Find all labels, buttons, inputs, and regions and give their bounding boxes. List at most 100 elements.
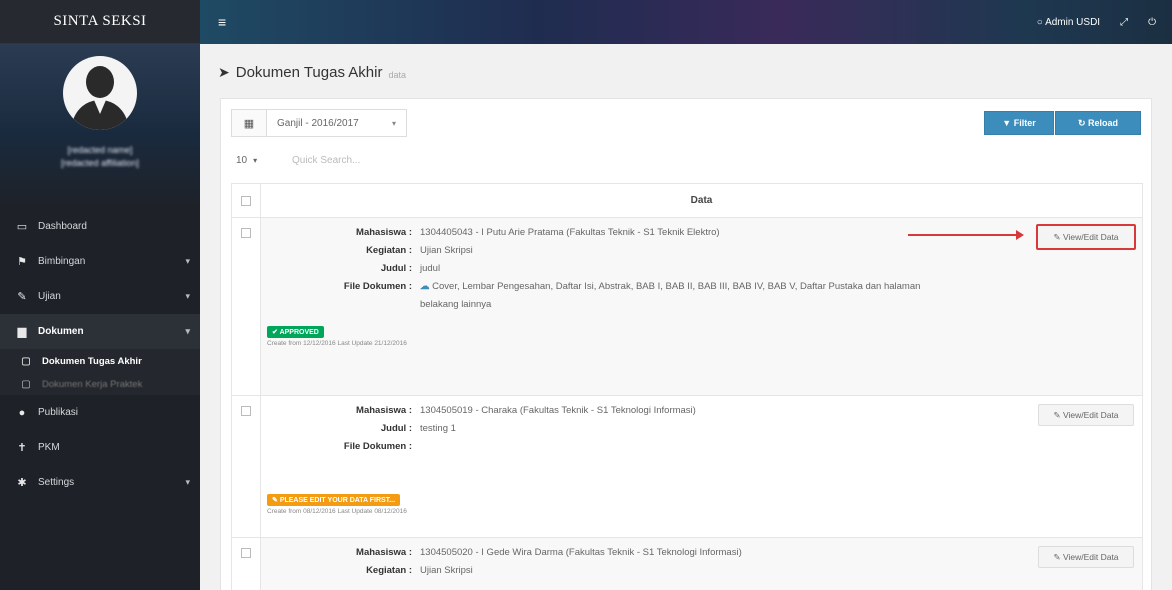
field-label: Mahasiswa : bbox=[356, 547, 412, 558]
mahasiswa-value: 1304505019 - Charaka (Fakultas Teknik - … bbox=[420, 405, 696, 416]
sidebar-item-bimbingan[interactable]: ⚑ Bimbingan ▾ bbox=[0, 244, 200, 279]
status-badge: ✎ PLEASE EDIT YOUR DATA FIRST... bbox=[267, 494, 401, 506]
trophy-icon: ✝ bbox=[17, 442, 27, 454]
profile-affiliation: [redacted affiliation] bbox=[61, 158, 139, 168]
annotation-arrow bbox=[908, 230, 1024, 240]
menu-toggle-icon[interactable]: ≡ bbox=[218, 14, 226, 30]
folder-icon: ▆ bbox=[17, 326, 27, 338]
semester-select[interactable]: Ganjil - 2016/2017 ▾ bbox=[267, 109, 407, 137]
fullscreen-icon[interactable]: ⤢ bbox=[1120, 17, 1128, 28]
table-row: Mahasiswa : 1304505019 - Charaka (Fakulta… bbox=[232, 396, 1142, 538]
table-row: Mahasiswa : 1304405043 - I Putu Arie Prat… bbox=[232, 218, 1142, 396]
status-badge: ✔ APPROVED bbox=[267, 326, 324, 338]
sidebar-item-publikasi[interactable]: ● Publikasi bbox=[0, 395, 200, 430]
filter-icon: ▼ bbox=[1002, 118, 1014, 128]
view-edit-button[interactable]: ✎ View/Edit Data bbox=[1038, 546, 1134, 568]
judul-value: testing 1 bbox=[420, 423, 456, 434]
row-checkbox[interactable] bbox=[241, 228, 251, 238]
filter-button[interactable]: ▼ Filter bbox=[984, 111, 1054, 135]
monitor-icon: ▭ bbox=[16, 221, 28, 233]
quick-search-input[interactable]: Quick Search... bbox=[285, 147, 485, 173]
row-meta: Create from 12/12/2016 Last Update 21/12… bbox=[267, 340, 407, 347]
sidebar-item-pkm[interactable]: ✝ PKM bbox=[0, 430, 200, 465]
brand-logo[interactable]: SINTA SEKSI bbox=[0, 0, 200, 44]
page-size-value: 10 bbox=[236, 154, 248, 166]
sidebar-item-ujian[interactable]: ✎ Ujian ▾ bbox=[0, 279, 200, 314]
pencil-icon: ✎ bbox=[1053, 551, 1063, 562]
chevron-down-icon: ▾ bbox=[185, 477, 190, 487]
flag-icon: ⚑ bbox=[17, 256, 27, 268]
judul-value: judul bbox=[420, 263, 441, 274]
table-row: Mahasiswa : 1304505020 - I Gede Wira Darm… bbox=[232, 538, 1142, 590]
field-label: Mahasiswa : bbox=[356, 405, 412, 416]
kegiatan-value: Ujian Skripsi bbox=[420, 245, 473, 256]
semester-value: Ganjil - 2016/2017 bbox=[277, 117, 359, 129]
view-edit-button[interactable]: ✎ View/Edit Data bbox=[1038, 404, 1134, 426]
profile-name-text: [redacted name] bbox=[67, 145, 133, 155]
profile-panel: [redacted name] [redacted affiliation] bbox=[0, 44, 200, 209]
page-size-select[interactable]: 10 ▾ bbox=[231, 147, 263, 173]
calendar-icon[interactable]: ▦ bbox=[231, 109, 267, 137]
sidebar-item-settings[interactable]: ✱ Settings ▾ bbox=[0, 465, 200, 500]
refresh-icon: ↻ bbox=[1077, 117, 1089, 128]
top-navbar: ≡ ○ Admin USDI ⤢ ⏻ bbox=[200, 0, 1172, 44]
row-checkbox[interactable] bbox=[241, 548, 251, 558]
sidebar-item-label: Publikasi bbox=[38, 407, 79, 418]
field-label: Kegiatan : bbox=[366, 245, 412, 256]
grid-header: Data bbox=[232, 183, 1142, 218]
kegiatan-value: Ujian Skripsi bbox=[420, 565, 473, 576]
status-text: APPROVED bbox=[279, 329, 319, 336]
filter-label: Filter bbox=[1013, 118, 1036, 128]
sidebar-item-dashboard[interactable]: ▭ Dashboard bbox=[0, 209, 200, 244]
pencil-icon: ✎ bbox=[1053, 409, 1063, 420]
sidebar-subitem-label: Dokumen Kerja Praktek bbox=[42, 378, 143, 390]
toolbar: ▦ Ganjil - 2016/2017 ▾ bbox=[231, 109, 407, 137]
user-menu[interactable]: ○ Admin USDI bbox=[1037, 17, 1100, 28]
content-area: ➤ Dokumen Tugas Akhir data ▦ Ganjil - 20… bbox=[200, 44, 1172, 590]
field-label: Mahasiswa : bbox=[356, 227, 412, 238]
reload-label: Reload bbox=[1088, 118, 1119, 128]
sidebar-item-dokumen[interactable]: ▆ Dokumen ▾ bbox=[0, 314, 200, 349]
page-title-text: Dokumen Tugas Akhir bbox=[235, 64, 383, 81]
chevron-down-icon: ▾ bbox=[185, 256, 190, 266]
chevron-down-icon: ▾ bbox=[185, 326, 190, 336]
folder-open-icon: ▢ bbox=[21, 355, 31, 367]
cloud-icon: ☁ bbox=[420, 281, 433, 292]
field-label: File Dokumen : bbox=[343, 281, 412, 292]
data-panel: ▦ Ganjil - 2016/2017 ▾ ▼ Filter ↻ Reload… bbox=[220, 98, 1152, 590]
power-icon[interactable]: ⏻ bbox=[1148, 17, 1156, 28]
view-edit-button[interactable]: ✎ View/Edit Data bbox=[1036, 224, 1136, 250]
column-header-data[interactable]: Data bbox=[260, 183, 1142, 218]
sidebar-item-label: PKM bbox=[38, 442, 60, 453]
row-meta: Create from 08/12/2016 Last Update 08/12… bbox=[267, 508, 407, 515]
view-edit-label: View/Edit Data bbox=[1062, 410, 1119, 420]
select-all-checkbox[interactable] bbox=[241, 195, 251, 206]
mahasiswa-value: 1304505020 - I Gede Wira Darma (Fakultas… bbox=[420, 547, 742, 558]
avatar bbox=[63, 56, 137, 130]
sidebar-item-label: Dokumen bbox=[38, 326, 84, 337]
field-label: Kegiatan : bbox=[366, 565, 412, 576]
pin-icon: ✎ bbox=[17, 291, 27, 303]
reload-button[interactable]: ↻ Reload bbox=[1055, 111, 1141, 135]
view-edit-label: View/Edit Data bbox=[1062, 552, 1119, 562]
sidebar-subitem-label: Dokumen Tugas Akhir bbox=[42, 355, 142, 367]
page-subtitle: data bbox=[388, 69, 407, 80]
file-links-empty bbox=[412, 438, 1102, 456]
sidebar-item-label: Ujian bbox=[38, 291, 61, 302]
profile-name: [redacted name] [redacted affiliation] bbox=[10, 144, 190, 170]
mahasiswa-value: 1304405043 - I Putu Arie Pratama (Fakult… bbox=[420, 227, 720, 238]
file-document-links[interactable]: ☁ Cover, Lembar Pengesahan, Daftar Isi, … bbox=[412, 278, 1102, 296]
sidebar-item-label: Dashboard bbox=[38, 221, 87, 232]
row-checkbox[interactable] bbox=[241, 406, 251, 416]
page-title: ➤ Dokumen Tugas Akhir data bbox=[218, 64, 406, 81]
sidebar-menu: ▭ Dashboard ⚑ Bimbingan ▾ ✎ Ujian ▾ ▆ Do… bbox=[0, 209, 200, 500]
sidebar-subitem-dokumen-kerja-praktek[interactable]: ▢ Dokumen Kerja Praktek bbox=[0, 373, 200, 395]
field-label: Judul : bbox=[380, 423, 412, 434]
chevron-down-icon: ▾ bbox=[391, 118, 396, 128]
field-label: File Dokumen : bbox=[343, 441, 412, 452]
status-text: PLEASE EDIT YOUR DATA FIRST... bbox=[279, 497, 396, 504]
sidebar: SINTA SEKSI [redacted name] [redacted af… bbox=[0, 0, 200, 590]
cogs-icon: ✱ bbox=[17, 477, 27, 489]
sidebar-subitem-dokumen-tugas-akhir[interactable]: ▢ Dokumen Tugas Akhir bbox=[0, 349, 200, 373]
file-links-text[interactable]: belakang lainnya bbox=[412, 296, 1102, 314]
